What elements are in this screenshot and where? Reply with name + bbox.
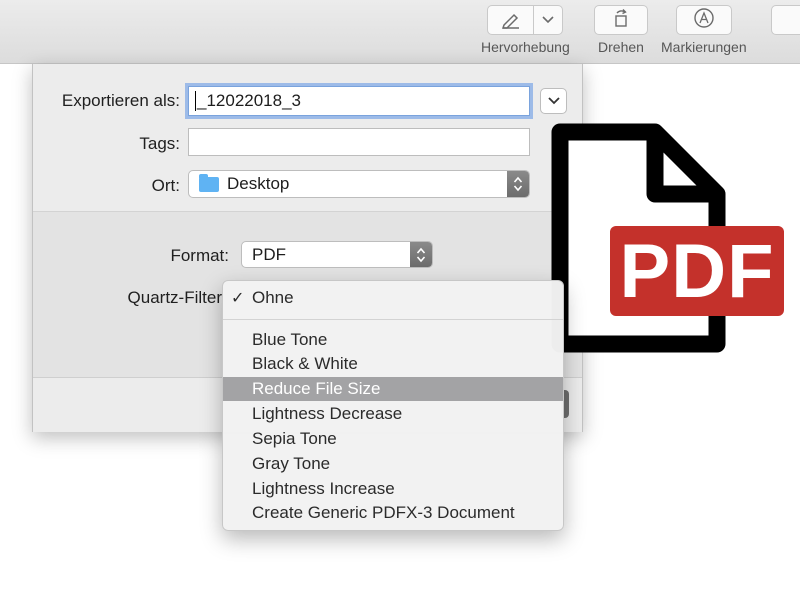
highlight-label: Hervorhebung bbox=[481, 39, 570, 55]
toolbar-extra-button[interactable] bbox=[771, 5, 800, 35]
rotate-label: Drehen bbox=[598, 39, 644, 55]
menu-item-label: Ohne bbox=[252, 288, 294, 307]
markup-icon bbox=[693, 7, 715, 34]
menu-item-sepia-tone[interactable]: Sepia Tone bbox=[223, 427, 563, 451]
menu-item-label: Reduce File Size bbox=[252, 379, 381, 398]
window-toolbar: Hervorhebung Drehen Markierungen bbox=[0, 0, 800, 64]
menu-item-ohne[interactable]: ✓ Ohne bbox=[223, 286, 563, 310]
location-popup[interactable]: Desktop bbox=[188, 170, 530, 198]
updown-arrows-icon bbox=[507, 171, 529, 197]
format-value: PDF bbox=[252, 244, 286, 264]
highlight-tool[interactable]: Hervorhebung bbox=[481, 5, 570, 55]
menu-item-label: Gray Tone bbox=[252, 454, 331, 473]
menu-item-label: Lightness Increase bbox=[252, 479, 395, 498]
checkmark-icon: ✓ bbox=[231, 290, 245, 307]
pdf-badge: PDF bbox=[610, 226, 784, 316]
menu-item-lightness-increase[interactable]: Lightness Increase bbox=[223, 477, 563, 501]
format-popup[interactable]: PDF bbox=[241, 241, 433, 268]
toolbar-extra-btn-shape[interactable] bbox=[771, 5, 800, 35]
folder-icon bbox=[199, 173, 219, 192]
menu-item-label: Blue Tone bbox=[252, 330, 328, 349]
chevron-down-icon bbox=[547, 92, 560, 110]
menu-item-lightness-decrease[interactable]: Lightness Decrease bbox=[223, 402, 563, 426]
filename-value: _12022018_3 bbox=[197, 91, 302, 110]
expand-dialog-button[interactable] bbox=[540, 88, 567, 114]
rotate-tool[interactable]: Drehen bbox=[594, 5, 648, 55]
markup-button[interactable] bbox=[675, 5, 732, 35]
markup-label: Markierungen bbox=[661, 39, 747, 55]
location-label: Ort: bbox=[151, 176, 180, 195]
updown-arrows-icon bbox=[410, 242, 432, 267]
menu-item-gray-tone[interactable]: Gray Tone bbox=[223, 452, 563, 476]
export-as-label: Exportieren als: bbox=[61, 91, 180, 110]
menu-separator bbox=[223, 319, 563, 320]
text-caret bbox=[195, 91, 196, 111]
markup-tool[interactable]: Markierungen bbox=[661, 5, 747, 55]
format-label: Format: bbox=[170, 246, 229, 265]
chevron-down-icon[interactable] bbox=[534, 6, 562, 34]
menu-item-blue-tone[interactable]: Blue Tone bbox=[223, 328, 563, 352]
rotate-icon bbox=[611, 8, 631, 33]
rotate-button[interactable] bbox=[594, 5, 648, 35]
menu-item-label: Black & White bbox=[252, 354, 358, 373]
menu-item-label: Lightness Decrease bbox=[252, 404, 403, 423]
tags-label: Tags: bbox=[139, 134, 180, 153]
menu-item-create-pdfx3[interactable]: Create Generic PDFX-3 Document bbox=[223, 501, 563, 525]
menu-item-reduce-file-size[interactable]: Reduce File Size bbox=[223, 377, 563, 401]
menu-item-label: Create Generic PDFX-3 Document bbox=[252, 503, 515, 522]
menu-item-black-white[interactable]: Black & White bbox=[223, 352, 563, 376]
quartz-filter-label: Quartz-Filter bbox=[127, 288, 222, 307]
highlight-segmented-control[interactable] bbox=[487, 5, 564, 35]
quartz-filter-menu[interactable]: ✓ Ohne Blue Tone Black & White Reduce Fi… bbox=[222, 280, 564, 531]
filename-input[interactable]: _12022018_3 bbox=[188, 86, 530, 116]
pen-icon[interactable] bbox=[488, 6, 535, 34]
location-value: Desktop bbox=[227, 174, 290, 193]
tags-input[interactable] bbox=[188, 128, 530, 156]
menu-item-label: Sepia Tone bbox=[252, 429, 337, 448]
